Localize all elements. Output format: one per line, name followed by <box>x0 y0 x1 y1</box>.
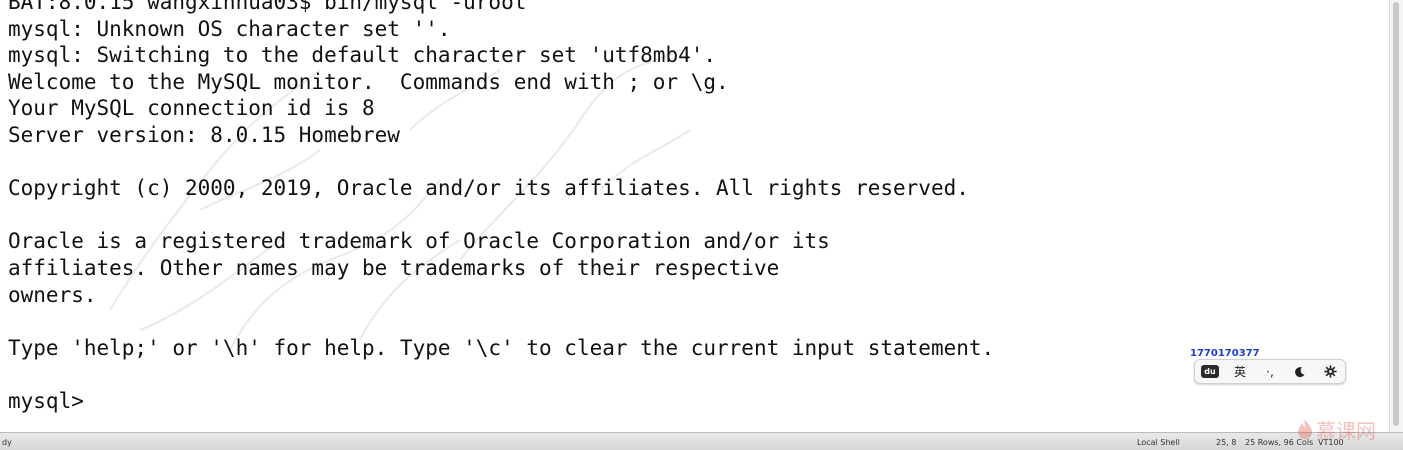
ime-night-mode-button[interactable] <box>1289 363 1311 381</box>
ime-toolbar: du 英 ·, <box>1194 359 1346 384</box>
terminal-line: Type 'help;' or '\h' for help. Type '\c'… <box>8 335 995 360</box>
terminal-line: Oracle is a registered trademark of Orac… <box>8 229 830 254</box>
vertical-scrollbar[interactable] <box>1389 0 1403 432</box>
status-bar: dy Local Shell 25, 8 25 Rows, 96 Cols VT… <box>0 432 1403 450</box>
terminal-window[interactable]: BAT:8.0.15 wangxinhua03$ bin/mysql -uroo… <box>0 0 1390 432</box>
status-cursor-position: 25, 8 <box>1216 438 1237 447</box>
status-left-text: dy <box>2 438 12 447</box>
ime-settings-button[interactable] <box>1319 363 1341 381</box>
flame-logo-icon <box>1298 419 1312 439</box>
brand-watermark: 慕课网 <box>1296 414 1376 444</box>
ime-du-icon: du <box>1201 365 1219 378</box>
terminal-line: Copyright (c) 2000, 2019, Oracle and/or … <box>8 176 969 201</box>
scrollbar-thumb[interactable] <box>1393 2 1399 426</box>
terminal-line: affiliates. Other names may be trademark… <box>8 255 780 280</box>
terminal-line: owners. <box>8 282 97 307</box>
terminal-output: BAT:8.0.15 wangxinhua03$ bin/mysql -uroo… <box>8 0 994 415</box>
terminal-line: Server version: 8.0.15 Homebrew <box>8 122 400 147</box>
terminal-line: BAT:8.0.15 wangxinhua03$ bin/mysql -uroo… <box>8 0 527 14</box>
status-shell-label: Local Shell <box>1137 438 1180 447</box>
terminal-prompt[interactable]: mysql> <box>8 388 994 415</box>
ime-id-label: 1770170377 <box>1190 348 1260 359</box>
ime-language-toggle[interactable]: 英 <box>1229 363 1251 381</box>
brand-text: 慕课网 <box>1316 418 1376 443</box>
ime-logo-button[interactable]: du <box>1199 363 1221 381</box>
terminal-line: mysql: Switching to the default characte… <box>8 43 717 68</box>
terminal-line: mysql: Unknown OS character set ''. <box>8 16 451 41</box>
moon-icon <box>1295 366 1305 377</box>
ime-punctuation-toggle[interactable]: ·, <box>1259 363 1281 381</box>
gear-icon <box>1323 365 1337 378</box>
terminal-line: Welcome to the MySQL monitor. Commands e… <box>8 69 729 94</box>
terminal-line: Your MySQL connection id is 8 <box>8 96 375 121</box>
